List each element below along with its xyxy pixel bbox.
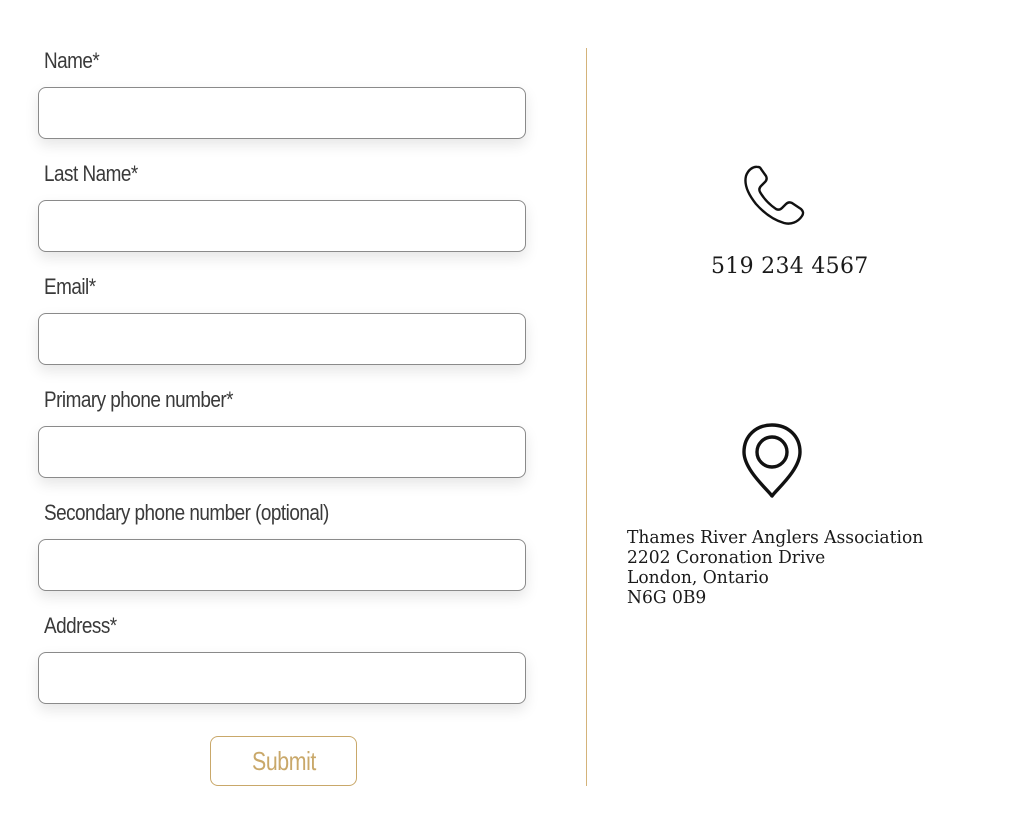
email-label: Email* xyxy=(44,274,96,299)
last-name-input[interactable] xyxy=(38,200,526,252)
mailing-address: Thames River Anglers Association 2202 Co… xyxy=(627,528,939,608)
column-divider xyxy=(586,48,587,786)
map-pin-icon xyxy=(740,422,804,500)
phone-icon xyxy=(740,162,810,228)
contact-form: Name* Last Name* Email* Primary phone nu… xyxy=(0,0,586,816)
address-label: Address* xyxy=(44,613,117,638)
name-label: Name* xyxy=(44,48,100,73)
primary-phone-input[interactable] xyxy=(38,426,526,478)
address-line-postal-code: N6G 0B9 xyxy=(627,587,707,608)
address-line-organization: Thames River Anglers Association xyxy=(627,527,924,548)
name-input[interactable] xyxy=(38,87,526,139)
phone-number: 519 234 4567 xyxy=(711,254,869,279)
submit-button[interactable]: Submit xyxy=(210,736,357,786)
last-name-label: Last Name* xyxy=(44,161,138,186)
address-line-street: 2202 Coronation Drive xyxy=(627,547,826,568)
secondary-phone-input[interactable] xyxy=(38,539,526,591)
submit-button-label: Submit xyxy=(251,745,316,776)
primary-phone-label: Primary phone number* xyxy=(44,387,233,412)
address-line-city: London, Ontario xyxy=(627,567,769,588)
secondary-phone-label: Secondary phone number (optional) xyxy=(44,500,329,525)
email-input[interactable] xyxy=(38,313,526,365)
address-input[interactable] xyxy=(38,652,526,704)
